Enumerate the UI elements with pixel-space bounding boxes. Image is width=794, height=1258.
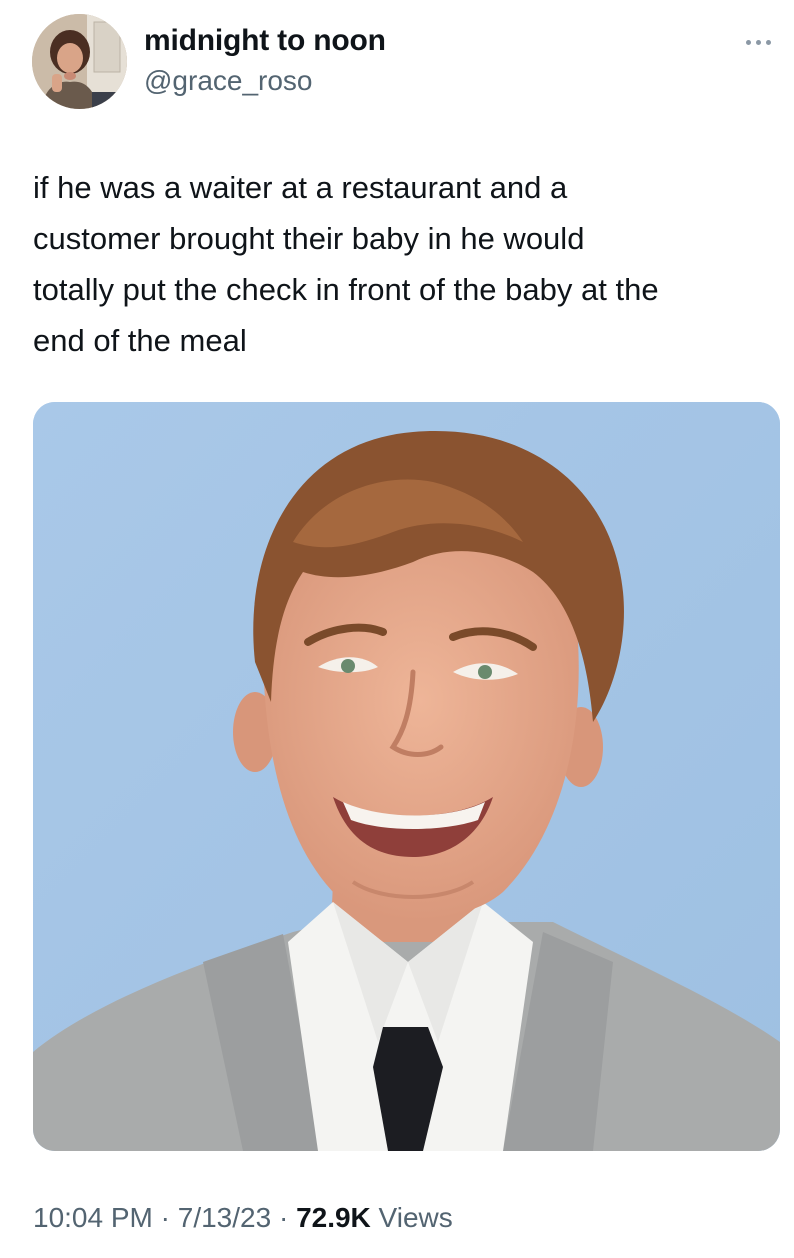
views-count: 72.9K (296, 1202, 371, 1233)
timestamp-date[interactable]: 7/13/23 (178, 1202, 271, 1233)
separator: · (271, 1202, 297, 1233)
avatar[interactable] (32, 14, 127, 109)
separator: · (152, 1202, 178, 1233)
dot (745, 39, 751, 45)
display-name[interactable]: midnight to noon (144, 24, 386, 58)
handle[interactable]: @grace_roso (144, 64, 386, 98)
tweet-text: if he was a waiter at a restaurant and a… (33, 170, 659, 358)
author-names: midnight to noon @grace_roso (144, 24, 386, 98)
profile-photo (32, 14, 127, 109)
dot (765, 39, 771, 45)
dot (755, 39, 761, 45)
views-label: Views (370, 1202, 453, 1233)
photo-illustration (33, 402, 780, 1151)
tweet-photo[interactable] (33, 402, 780, 1151)
tweet-meta: 10:04 PM · 7/13/23 · 72.9K Views (33, 1198, 453, 1238)
ellipsis-icon[interactable] (738, 32, 778, 52)
tweet: midnight to noon @grace_roso if he was a… (0, 0, 794, 1258)
tweet-header: midnight to noon @grace_roso (32, 14, 771, 110)
timestamp-time[interactable]: 10:04 PM (33, 1202, 153, 1233)
